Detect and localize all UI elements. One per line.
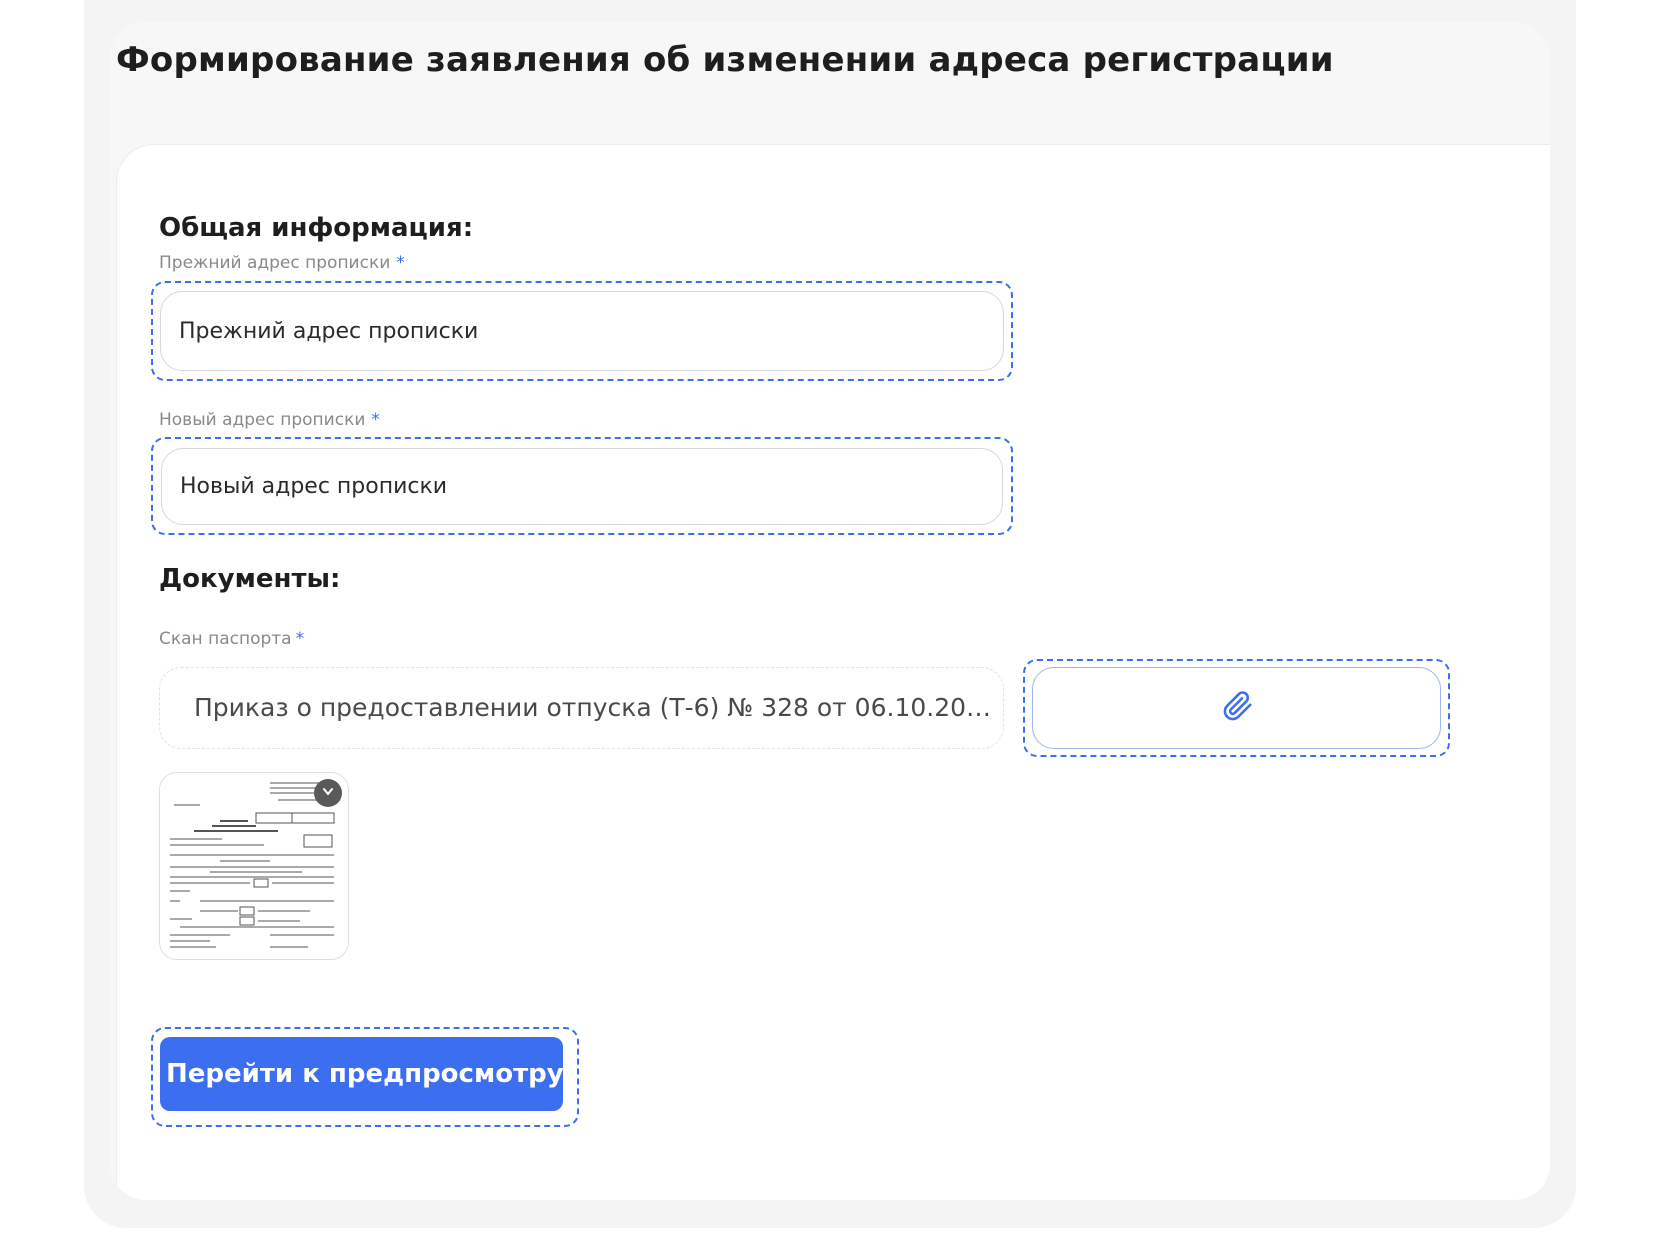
- required-mark: *: [371, 410, 380, 430]
- close-icon: [321, 784, 335, 803]
- old-address-label-text: Прежний адрес прописки: [159, 253, 391, 273]
- remove-file-button[interactable]: [314, 779, 342, 807]
- new-address-label: Новый адрес прописки *: [159, 410, 380, 430]
- page-title: Формирование заявления об изменении адре…: [116, 40, 1334, 80]
- new-address-input[interactable]: [161, 448, 1003, 525]
- old-address-label: Прежний адрес прописки *: [159, 253, 405, 273]
- paperclip-icon: [1220, 689, 1254, 727]
- form-card: Общая информация: Прежний адрес прописки…: [116, 144, 1550, 1200]
- passport-scan-label-text: Скан паспорта: [159, 629, 292, 649]
- old-address-input[interactable]: [160, 291, 1004, 371]
- application-card: Формирование заявления об изменении адре…: [110, 22, 1550, 1200]
- required-mark: *: [396, 253, 405, 273]
- general-info-heading: Общая информация:: [159, 213, 474, 243]
- required-mark: *: [295, 629, 305, 649]
- go-to-preview-button[interactable]: Перейти к предпросмотру: [160, 1037, 564, 1111]
- new-address-label-text: Новый адрес прописки: [159, 410, 366, 430]
- passport-scan-file-name: Приказ о предоставлении отпуска (Т-6) № …: [159, 667, 1004, 749]
- attach-file-button[interactable]: [1032, 667, 1441, 749]
- documents-heading: Документы:: [159, 564, 341, 594]
- document-thumbnail[interactable]: [159, 772, 349, 960]
- passport-scan-label: Скан паспорта *: [159, 629, 304, 649]
